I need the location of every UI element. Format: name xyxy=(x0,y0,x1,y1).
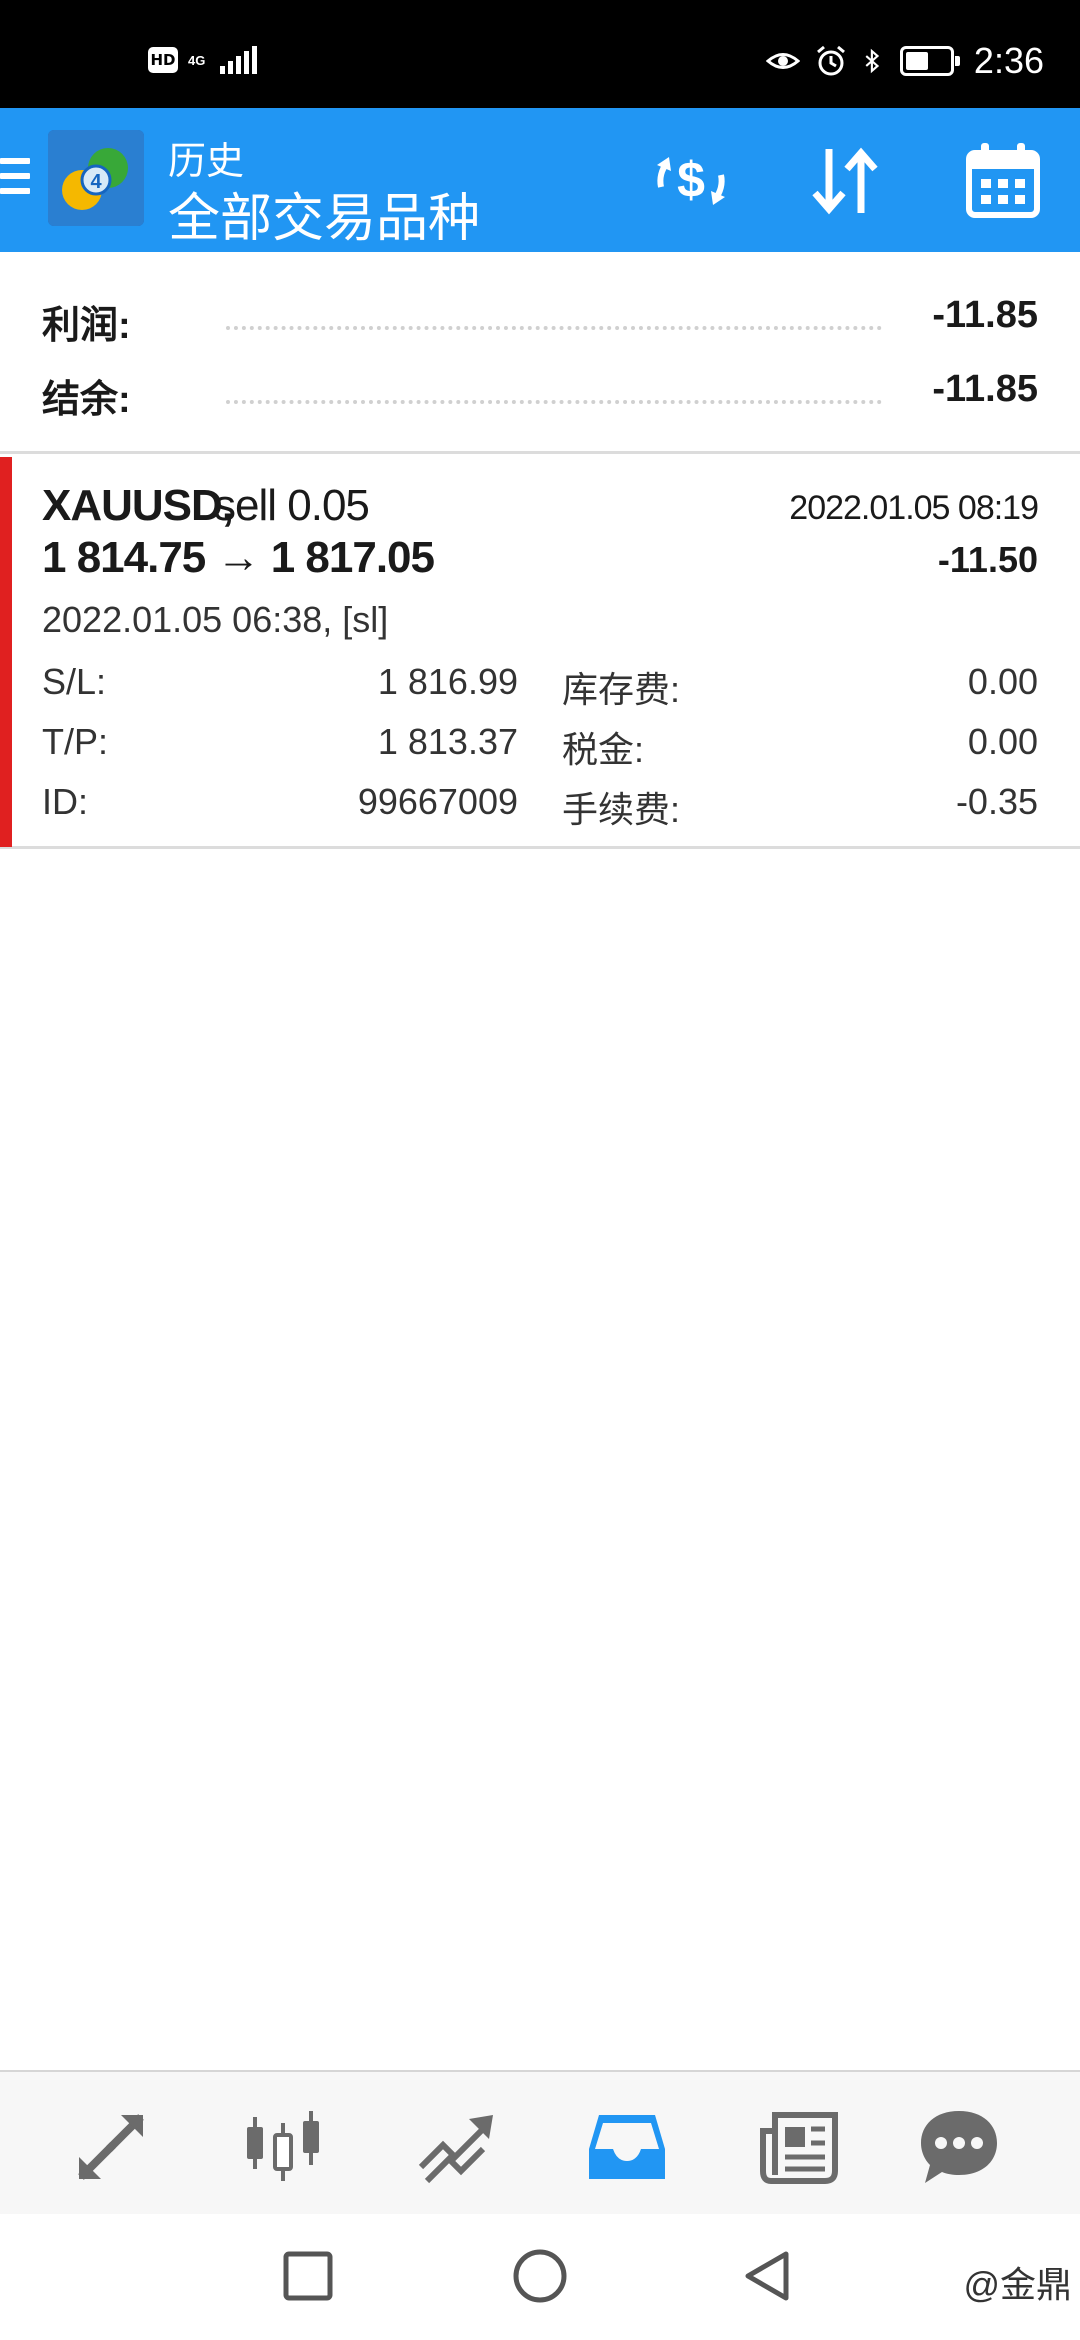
home-button[interactable] xyxy=(508,2244,572,2308)
sl-value: 1 816.99 xyxy=(377,661,518,702)
network-type: 4G xyxy=(188,52,206,68)
bottom-navigation xyxy=(0,2070,1080,2214)
quotes-icon xyxy=(78,2114,144,2180)
watermark: @金鼎 xyxy=(963,2264,1072,2305)
currency-exchange-icon: $ xyxy=(657,152,725,208)
calendar-icon xyxy=(966,143,1040,218)
status-left: HD 4G xyxy=(148,46,257,74)
swap-row: 库存费: 0.00 xyxy=(562,661,1038,710)
tp-value: 1 813.37 xyxy=(377,721,518,762)
svg-text:$: $ xyxy=(677,152,705,208)
nav-trade[interactable] xyxy=(410,2102,500,2192)
nav-quotes[interactable] xyxy=(66,2102,156,2192)
id-label: ID: xyxy=(42,781,89,822)
history-icon xyxy=(589,2115,665,2179)
id-value: 99667009 xyxy=(357,781,518,822)
page-title: 全部交易品种 xyxy=(168,190,481,248)
dotted-leader xyxy=(226,326,882,330)
tax-row: 税金: 0.00 xyxy=(562,721,1038,770)
back-triangle-icon xyxy=(745,2251,789,2301)
chart-icon xyxy=(247,2111,319,2181)
sell-indicator-bar xyxy=(0,457,12,847)
eye-icon xyxy=(765,53,800,69)
bluetooth-icon xyxy=(865,48,880,74)
status-right: 2:36 xyxy=(765,40,1044,82)
nav-chart[interactable] xyxy=(238,2102,328,2192)
trade-profit: -11.50 xyxy=(937,539,1038,580)
trade-symbol: XAUUSD, xyxy=(42,481,234,530)
nav-history[interactable] xyxy=(582,2102,672,2192)
tax-label: 税金: xyxy=(562,729,645,770)
calendar-button[interactable] xyxy=(958,136,1048,226)
balance-row: 结余: -11.85 xyxy=(42,368,1038,428)
chat-icon xyxy=(921,2111,997,2183)
tax-value: 0.00 xyxy=(967,721,1038,762)
nav-news[interactable] xyxy=(754,2102,844,2192)
trade-close-time: 2022.01.05 08:19 xyxy=(789,489,1039,527)
sort-button[interactable] xyxy=(800,136,890,226)
trade-history-item[interactable]: XAUUSD, sell 0.05 2022.01.05 08:19 1 814… xyxy=(0,457,1080,849)
battery-icon xyxy=(899,46,960,76)
news-icon xyxy=(760,2112,838,2184)
commission-row: 手续费: -0.35 xyxy=(562,781,1038,830)
profit-row: 利润: -11.85 xyxy=(42,294,1038,354)
menu-icon[interactable] xyxy=(0,158,30,202)
commission-label: 手续费: xyxy=(562,789,681,830)
currency-exchange-button[interactable]: $ xyxy=(646,136,736,226)
status-bar: HD 4G 2:36 xyxy=(0,0,1080,108)
dotted-leader xyxy=(226,400,882,404)
balance-value: -11.85 xyxy=(932,368,1038,410)
tp-row: T/P: 1 813.37 xyxy=(42,721,518,765)
trade-open-time: 2022.01.05 06:38, [sl] xyxy=(42,599,389,640)
app-logo[interactable]: 4 xyxy=(48,130,144,226)
home-circle-icon xyxy=(513,2249,567,2303)
recents-button[interactable] xyxy=(276,2244,340,2308)
battery-level xyxy=(905,52,928,70)
sort-icon xyxy=(812,147,878,215)
nav-chat[interactable] xyxy=(914,2102,1004,2192)
id-row: ID: 99667009 xyxy=(42,781,518,825)
recents-square-icon xyxy=(283,2251,333,2301)
swap-label: 库存费: xyxy=(562,669,681,710)
swap-value: 0.00 xyxy=(967,661,1038,702)
sl-row: S/L: 1 816.99 xyxy=(42,661,518,705)
back-button[interactable] xyxy=(736,2244,800,2308)
svg-text:4: 4 xyxy=(90,171,102,193)
system-navigation: @金鼎 xyxy=(0,2214,1080,2340)
tp-label: T/P: xyxy=(42,721,109,762)
hd-badge: HD xyxy=(148,47,178,73)
sl-label: S/L: xyxy=(42,661,107,702)
app-bar: 4 历史 全部交易品种 $ xyxy=(0,108,1080,252)
profit-label: 利润: xyxy=(42,305,131,347)
trade-icon xyxy=(418,2115,493,2184)
summary-panel: 利润: -11.85 结余: -11.85 xyxy=(0,252,1080,454)
clock: 2:36 xyxy=(973,40,1044,81)
alarm-icon xyxy=(816,45,845,76)
balance-label: 结余: xyxy=(42,379,131,421)
commission-value: -0.35 xyxy=(955,781,1038,822)
signal-icon xyxy=(220,46,257,74)
trade-prices: 1 814.75 → 1 817.05 xyxy=(42,533,435,582)
profit-value: -11.85 xyxy=(932,294,1038,336)
trade-side-volume: sell 0.05 xyxy=(214,481,370,530)
